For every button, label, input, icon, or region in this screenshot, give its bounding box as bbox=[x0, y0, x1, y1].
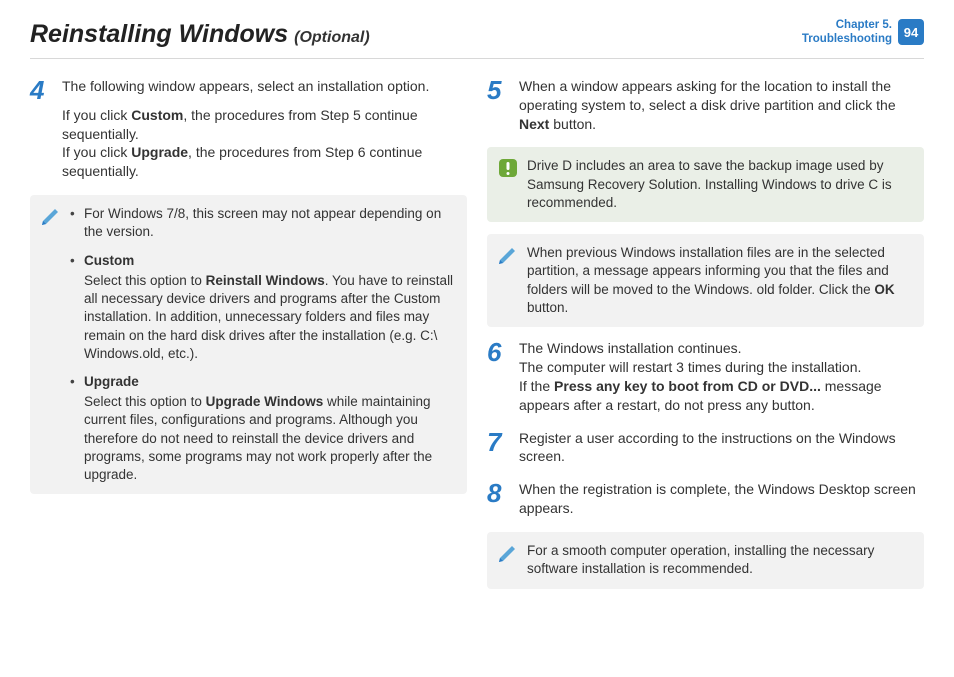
step-5-line1: When a window appears asking for the loc… bbox=[519, 77, 924, 134]
content-columns: 4 The following window appears, select a… bbox=[30, 77, 924, 601]
step-4-line1: The following window appears, select an … bbox=[62, 77, 467, 96]
column-left: 4 The following window appears, select a… bbox=[30, 77, 467, 601]
page-title: Reinstalling Windows (Optional) bbox=[30, 18, 370, 52]
step-6-text: The Windows installation continues. The … bbox=[519, 339, 924, 415]
step-number-5: 5 bbox=[487, 77, 507, 134]
column-right: 5 When a window appears asking for the l… bbox=[487, 77, 924, 601]
page-header: Reinstalling Windows (Optional) Chapter … bbox=[30, 18, 924, 59]
step-4-line2: If you click Custom, the procedures from… bbox=[62, 106, 467, 182]
step-number-6: 6 bbox=[487, 339, 507, 415]
step-4: 4 The following window appears, select a… bbox=[30, 77, 467, 181]
note-box-step4: For Windows 7/8, this screen may not app… bbox=[30, 195, 467, 494]
title-subtitle: (Optional) bbox=[294, 27, 370, 49]
note4-item2: Custom Select this option to Reinstall W… bbox=[70, 252, 455, 363]
alert-icon bbox=[497, 157, 519, 179]
step-7: 7 Register a user according to the instr… bbox=[487, 429, 924, 467]
step-number-4: 4 bbox=[30, 77, 50, 181]
note-previous-install-text: When previous Windows installation files… bbox=[527, 244, 912, 317]
note-box-previous-install: When previous Windows installation files… bbox=[487, 234, 924, 327]
step-7-body: Register a user according to the instruc… bbox=[519, 429, 924, 467]
note-smooth-operation-text: For a smooth computer operation, install… bbox=[527, 542, 912, 578]
note-box-smooth-operation: For a smooth computer operation, install… bbox=[487, 532, 924, 588]
step-5: 5 When a window appears asking for the l… bbox=[487, 77, 924, 134]
step-number-8: 8 bbox=[487, 480, 507, 518]
step-6-body: The Windows installation continues. The … bbox=[519, 339, 924, 415]
chapter-label: Chapter 5. Troubleshooting bbox=[802, 18, 892, 47]
note-icon bbox=[497, 244, 519, 266]
chapter-line1: Chapter 5. bbox=[802, 18, 892, 32]
alert-box-drive-d: Drive D includes an area to save the bac… bbox=[487, 147, 924, 222]
step-8-body: When the registration is complete, the W… bbox=[519, 480, 924, 518]
note4-item3-desc: Select this option to Upgrade Windows wh… bbox=[84, 393, 455, 484]
page-number: 94 bbox=[898, 19, 924, 45]
step-number-7: 7 bbox=[487, 429, 507, 467]
step-8: 8 When the registration is complete, the… bbox=[487, 480, 924, 518]
note4-item2-desc: Select this option to Reinstall Windows.… bbox=[84, 272, 455, 363]
note-icon bbox=[40, 205, 62, 227]
step-4-body: The following window appears, select an … bbox=[62, 77, 467, 181]
header-right: Chapter 5. Troubleshooting 94 bbox=[802, 18, 924, 47]
chapter-line2: Troubleshooting bbox=[802, 32, 892, 46]
step-6: 6 The Windows installation continues. Th… bbox=[487, 339, 924, 415]
step-8-text: When the registration is complete, the W… bbox=[519, 480, 924, 518]
step-5-body: When a window appears asking for the loc… bbox=[519, 77, 924, 134]
note-icon bbox=[497, 542, 519, 564]
note4-item1: For Windows 7/8, this screen may not app… bbox=[70, 205, 455, 241]
step-7-text: Register a user according to the instruc… bbox=[519, 429, 924, 467]
alert-drive-d-text: Drive D includes an area to save the bac… bbox=[527, 157, 912, 212]
note4-item3: Upgrade Select this option to Upgrade Wi… bbox=[70, 373, 455, 484]
title-main: Reinstalling Windows bbox=[30, 18, 288, 52]
